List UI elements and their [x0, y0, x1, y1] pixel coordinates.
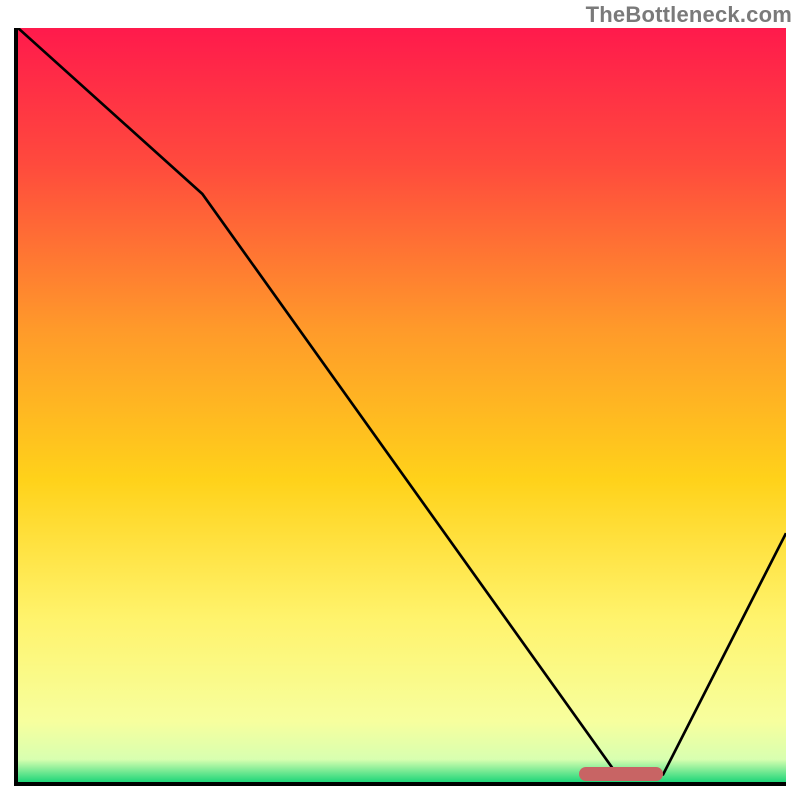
bottleneck-curve — [18, 28, 786, 782]
watermark-text: TheBottleneck.com — [586, 2, 792, 28]
plot-area — [14, 28, 786, 786]
optimal-range-marker — [579, 767, 663, 781]
chart-frame: TheBottleneck.com — [0, 0, 800, 800]
